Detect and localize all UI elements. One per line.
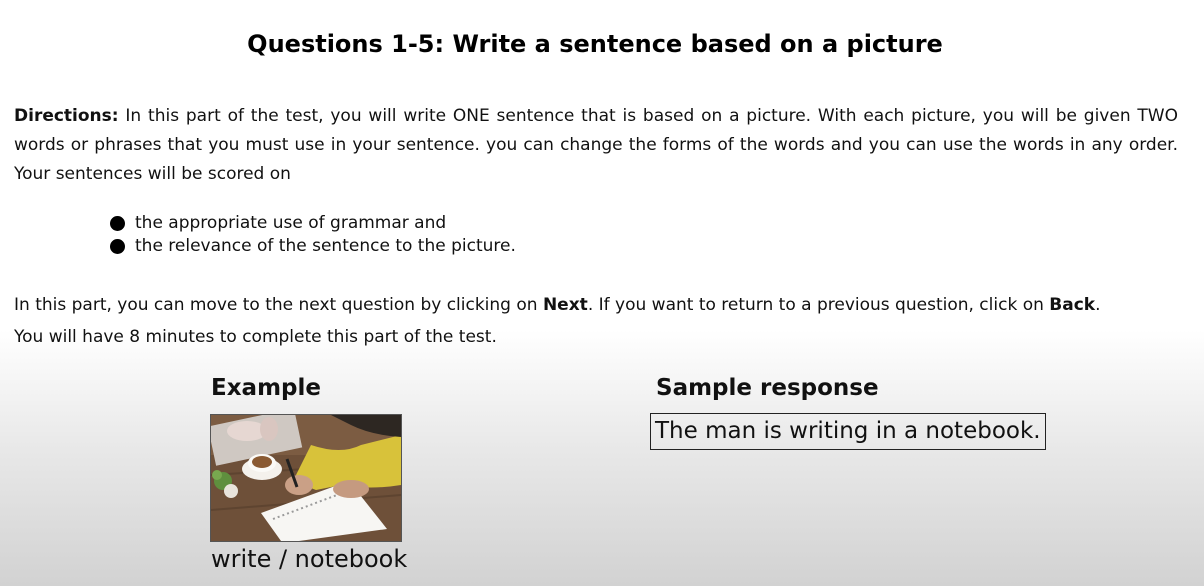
list-item: the relevance of the sentence to the pic… bbox=[110, 235, 516, 258]
criteria-text: the relevance of the sentence to the pic… bbox=[135, 236, 516, 256]
scoring-criteria-list: the appropriate use of grammar and the r… bbox=[110, 212, 516, 258]
example-keywords: write / notebook bbox=[211, 545, 408, 573]
directions-paragraph: Directions: In this part of the test, yo… bbox=[14, 102, 1178, 189]
navigation-line: In this part, you can move to the next q… bbox=[14, 289, 1194, 321]
navigation-instructions: In this part, you can move to the next q… bbox=[14, 289, 1194, 353]
sample-response-box: The man is writing in a notebook. bbox=[650, 413, 1046, 450]
navigation-text: . bbox=[1095, 295, 1101, 315]
example-photo bbox=[210, 414, 402, 542]
navigation-text: . If you want to return to a previous qu… bbox=[587, 295, 1050, 315]
list-item: the appropriate use of grammar and bbox=[110, 212, 516, 235]
time-limit-note: You will have 8 minutes to complete this… bbox=[14, 327, 497, 347]
bullet-icon bbox=[110, 216, 125, 231]
navigation-text: In this part, you can move to the next q… bbox=[14, 295, 543, 315]
directions-label: Directions: bbox=[14, 106, 119, 126]
directions-text: In this part of the test, you will write… bbox=[14, 106, 1178, 184]
page-title: Questions 1-5: Write a sentence based on… bbox=[247, 30, 943, 58]
bullet-icon bbox=[110, 239, 125, 254]
next-keyword: Next bbox=[542, 295, 588, 315]
criteria-text: the appropriate use of grammar and bbox=[135, 213, 447, 233]
example-heading: Example bbox=[211, 375, 321, 401]
back-keyword: Back bbox=[1049, 295, 1096, 315]
sample-response-heading: Sample response bbox=[656, 375, 879, 401]
